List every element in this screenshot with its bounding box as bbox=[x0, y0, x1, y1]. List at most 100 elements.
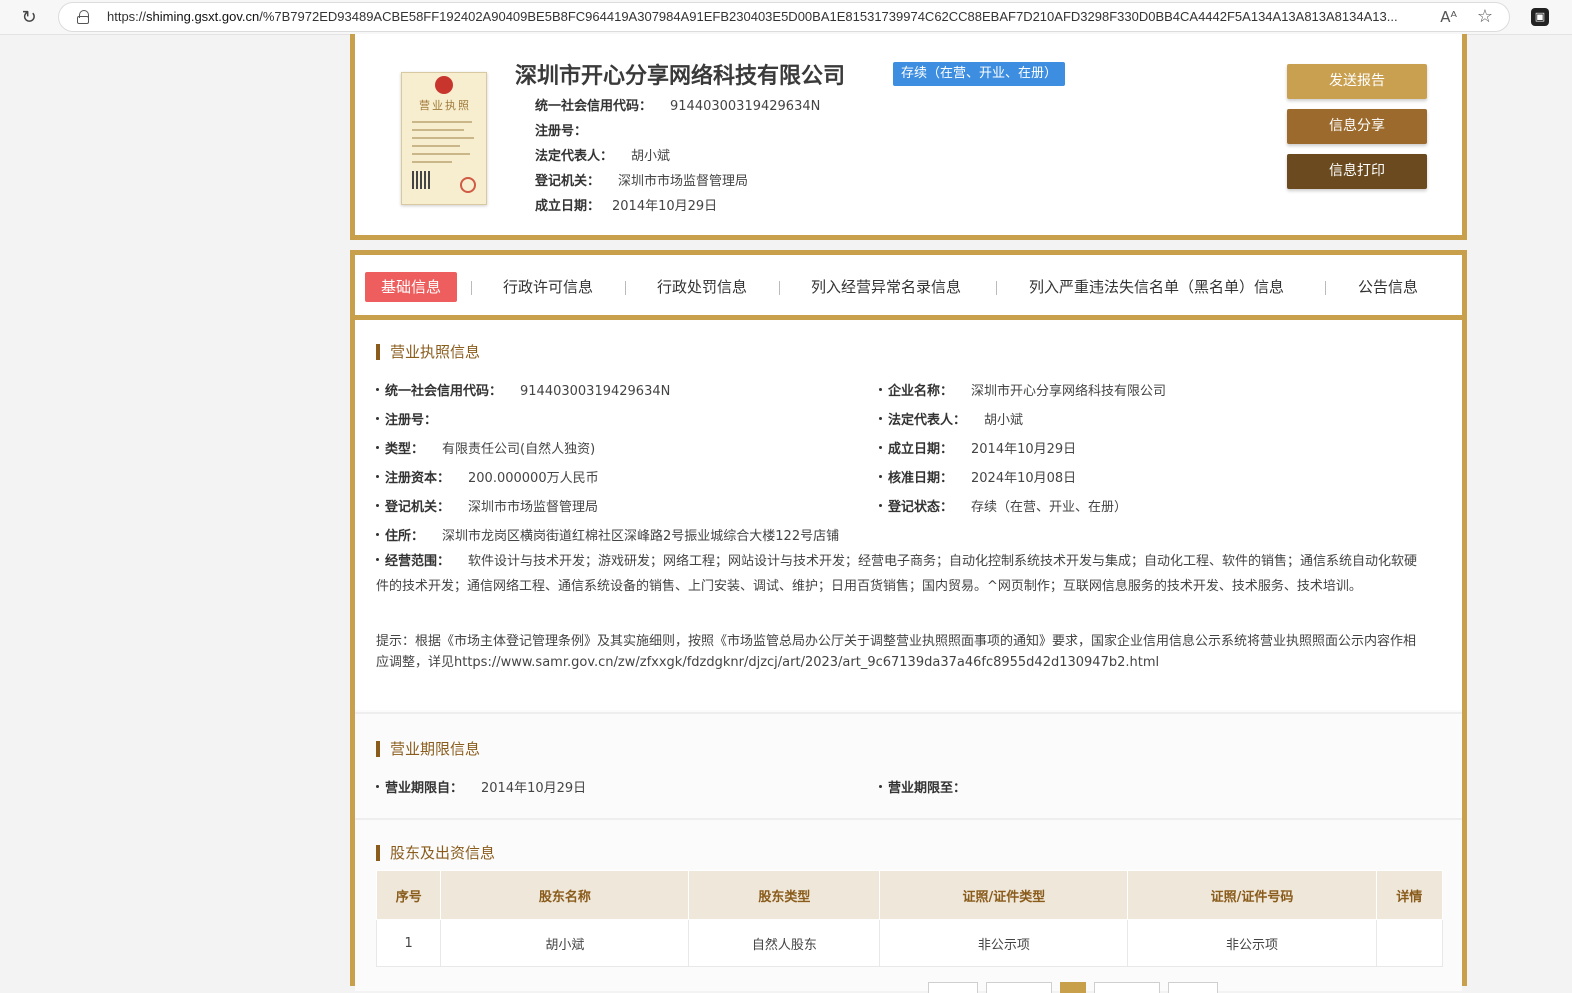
field-value: 胡小斌 bbox=[984, 413, 1024, 428]
field-key: 营业期限自： bbox=[385, 781, 464, 796]
pagination-button[interactable] bbox=[1094, 982, 1160, 993]
divider bbox=[355, 712, 1462, 714]
status-badge: 存续（在营、开业、在册） bbox=[893, 62, 1066, 86]
business-license-image: 营业执照 bbox=[401, 72, 487, 205]
license-line bbox=[412, 121, 472, 123]
national-emblem-icon bbox=[435, 76, 453, 94]
url-host: shiming.gsxt.gov.cn bbox=[146, 9, 260, 24]
section-title-period: 营业期限信息 bbox=[376, 741, 480, 757]
column-header: 序号 bbox=[375, 870, 442, 920]
field-key: 成立日期： bbox=[888, 442, 954, 457]
pagination-button[interactable] bbox=[986, 982, 1052, 993]
tab-announcements[interactable]: 公告信息 bbox=[1358, 272, 1418, 302]
header-field-legal-rep: 法定代表人： 胡小斌 bbox=[535, 145, 670, 164]
field-key: 登记机关： bbox=[385, 500, 451, 515]
field-key: 法定代表人： bbox=[535, 149, 614, 164]
tab-blacklist[interactable]: 列入严重违法失信名单（黑名单）信息 bbox=[1029, 272, 1284, 302]
bullet bbox=[376, 533, 379, 536]
send-report-button[interactable]: 发送报告 bbox=[1287, 64, 1427, 99]
license-line bbox=[412, 137, 474, 139]
tab-separator bbox=[471, 281, 472, 295]
column-header: 证照/证件号码 bbox=[1127, 870, 1377, 920]
tab-separator bbox=[996, 281, 997, 295]
favorite-star-icon[interactable]: ☆ bbox=[1477, 6, 1493, 27]
license-image-title: 营业执照 bbox=[419, 99, 471, 112]
bullet bbox=[376, 446, 379, 449]
field-value: 2014年10月29日 bbox=[612, 199, 718, 214]
cell-shareholder-name: 胡小斌 bbox=[440, 919, 690, 967]
field-value: 2014年10月29日 bbox=[481, 781, 587, 796]
company-name: 深圳市开心分享网络科技有限公司 bbox=[515, 64, 846, 89]
pagination-button[interactable] bbox=[1168, 982, 1218, 993]
period-to-row: 营业期限至： bbox=[879, 777, 984, 796]
header-field-established: 成立日期： 2014年10月29日 bbox=[535, 195, 717, 214]
field-key: 统一社会信用代码： bbox=[385, 384, 503, 399]
share-info-button[interactable]: 信息分享 bbox=[1287, 109, 1427, 144]
info-row: 核准日期： 2024年10月08日 bbox=[879, 467, 1076, 486]
pagination-button[interactable] bbox=[928, 982, 978, 993]
field-key: 法定代表人： bbox=[888, 413, 967, 428]
tab-separator bbox=[1325, 281, 1326, 295]
business-scope: 经营范围： 软件设计与技术开发；游戏研发；网络工程；网站设计与技术开发；经营电子商… bbox=[376, 550, 1424, 599]
reload-icon[interactable]: ↻ bbox=[18, 7, 40, 29]
section-title-shareholders: 股东及出资信息 bbox=[376, 845, 495, 861]
field-key: 企业名称： bbox=[888, 384, 954, 399]
field-value: 91440300319429634N bbox=[670, 99, 821, 114]
section-title-license: 营业执照信息 bbox=[376, 344, 480, 360]
bullet bbox=[879, 504, 882, 507]
field-key: 住所： bbox=[385, 529, 425, 544]
field-key: 登记机关： bbox=[535, 174, 601, 189]
tab-admin-license[interactable]: 行政许可信息 bbox=[503, 272, 593, 302]
field-value: 胡小斌 bbox=[631, 149, 671, 164]
tab-basic-info[interactable]: 基础信息 bbox=[365, 272, 458, 302]
browser-toolbar: ↻ https://shiming.gsxt.gov.cn/%7B7972ED9… bbox=[0, 0, 1572, 35]
print-info-button[interactable]: 信息打印 bbox=[1287, 154, 1427, 189]
info-row: 登记机关： 深圳市市场监督管理局 bbox=[376, 496, 598, 515]
notice-tip: 提示：根据《市场主体登记管理条例》及其实施细则，按照《市场监管总局办公厅关于调整… bbox=[376, 634, 1417, 670]
cell-details[interactable] bbox=[1375, 919, 1444, 967]
license-line bbox=[412, 129, 464, 131]
tab-admin-penalty[interactable]: 行政处罚信息 bbox=[657, 272, 747, 302]
tab-abnormal-list[interactable]: 列入经营异常名录信息 bbox=[811, 272, 961, 302]
address-value: 深圳市龙岗区横岗街道红棉社区深峰路2号振业城综合大楼122号店铺 bbox=[442, 529, 840, 544]
lock-icon[interactable] bbox=[77, 10, 89, 24]
header-field-reg-number: 注册号： bbox=[535, 120, 605, 139]
read-aloud-icon[interactable]: Aᴬ bbox=[1440, 8, 1457, 26]
url-path: /%7B7972ED93489ACBE58FF192402A90409BE5B8… bbox=[259, 9, 1398, 24]
field-value: 2024年10月08日 bbox=[971, 471, 1077, 486]
info-row: 注册号： bbox=[376, 409, 455, 428]
field-value: 存续（在营、开业、在册） bbox=[971, 500, 1128, 515]
field-key: 注册号： bbox=[535, 124, 588, 139]
cell-id-number: 非公示项 bbox=[1127, 919, 1377, 967]
pagination-current-page[interactable] bbox=[1060, 982, 1086, 993]
shareholder-table: 序号 股东名称 股东类型 证照/证件类型 证照/证件号码 详情 1 胡小斌 自然… bbox=[375, 870, 1444, 967]
address-bar[interactable]: https://shiming.gsxt.gov.cn/%7B7972ED934… bbox=[58, 2, 1510, 32]
field-key: 营业期限至： bbox=[888, 781, 967, 796]
bullet bbox=[879, 417, 882, 420]
bullet bbox=[376, 558, 379, 561]
url-text[interactable]: https://shiming.gsxt.gov.cn/%7B7972ED934… bbox=[107, 9, 1437, 24]
field-value: 深圳市市场监督管理局 bbox=[618, 174, 749, 189]
column-header: 股东类型 bbox=[688, 870, 881, 920]
cell-index: 1 bbox=[375, 919, 442, 967]
field-value: 200.000000万人民币 bbox=[468, 471, 599, 486]
info-row: 企业名称： 深圳市开心分享网络科技有限公司 bbox=[879, 380, 1166, 399]
field-key: 注册资本： bbox=[385, 471, 451, 486]
bullet bbox=[879, 446, 882, 449]
field-key: 统一社会信用代码： bbox=[535, 99, 653, 114]
table-row: 1 胡小斌 自然人股东 非公示项 非公示项 bbox=[375, 919, 1444, 967]
extension-icon[interactable]: ▣ bbox=[1531, 8, 1549, 26]
bullet bbox=[879, 475, 882, 478]
bullet bbox=[376, 785, 379, 788]
bullet bbox=[879, 785, 882, 788]
period-from-row: 营业期限自： 2014年10月29日 bbox=[376, 777, 586, 796]
license-line bbox=[412, 145, 460, 147]
tab-separator bbox=[779, 281, 780, 295]
tab-separator bbox=[625, 281, 626, 295]
bullet bbox=[376, 388, 379, 391]
bullet bbox=[376, 475, 379, 478]
column-header: 股东名称 bbox=[440, 870, 690, 920]
divider bbox=[355, 818, 1462, 820]
header-field-authority: 登记机关： 深圳市市场监督管理局 bbox=[535, 170, 748, 189]
info-row: 类型： 有限责任公司(自然人独资) bbox=[376, 438, 595, 457]
